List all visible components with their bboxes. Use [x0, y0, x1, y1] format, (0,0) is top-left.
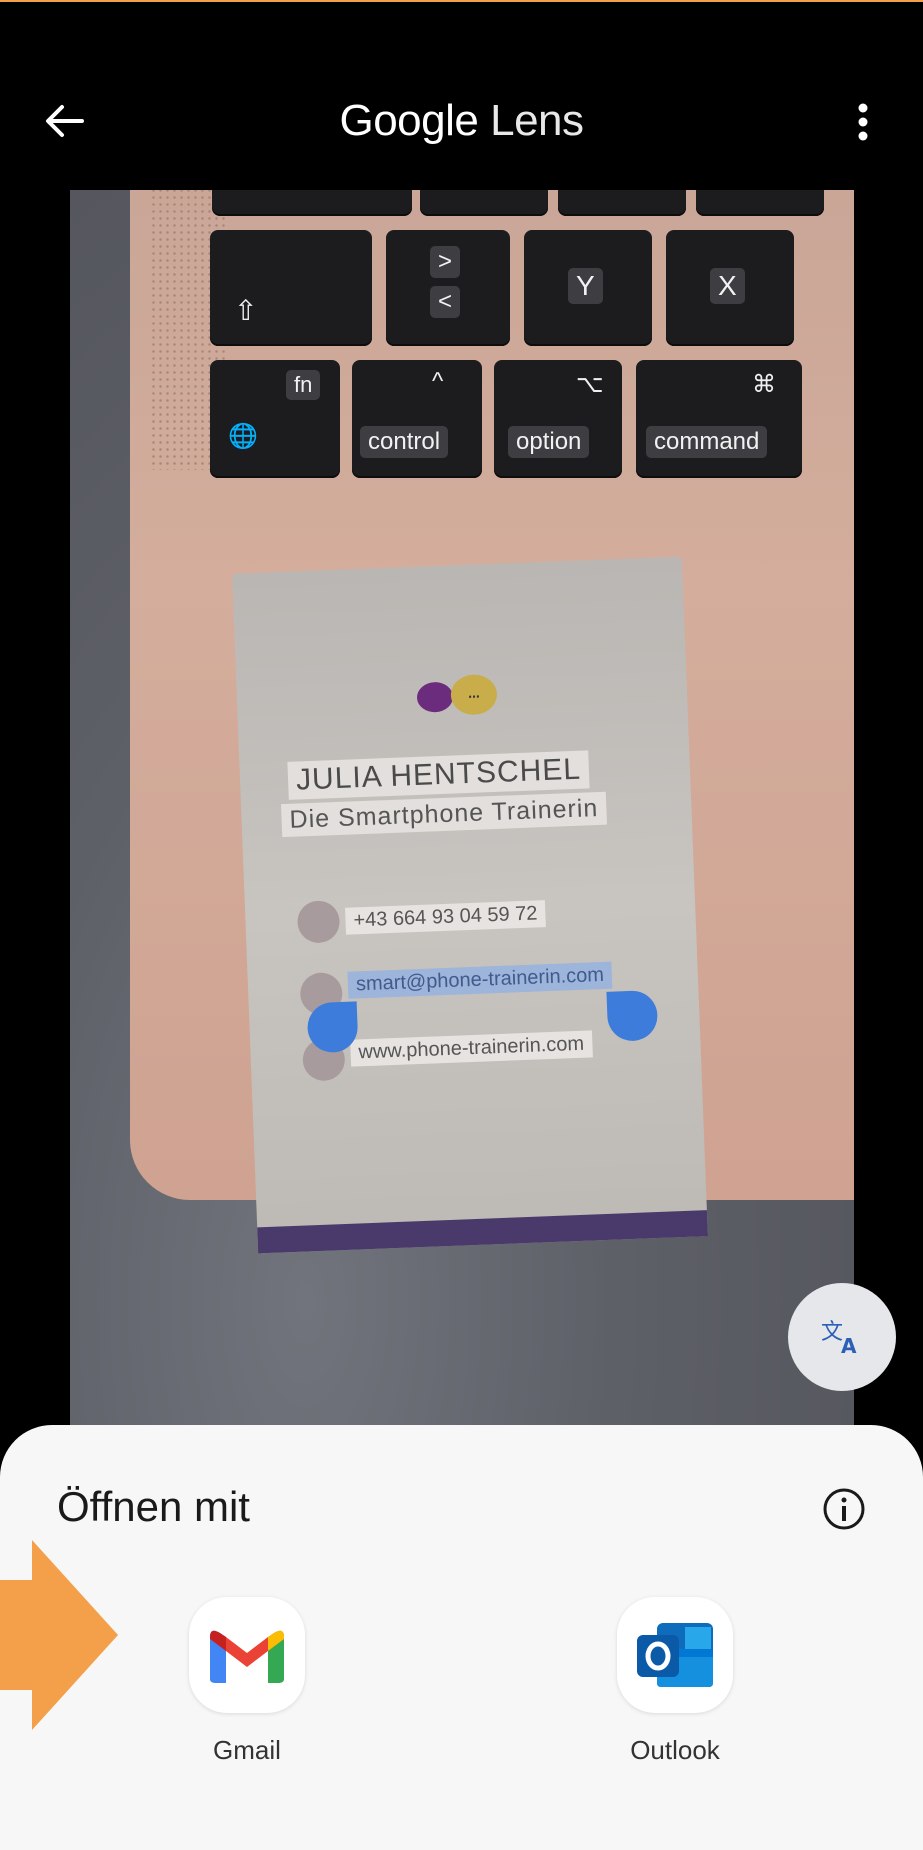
key-fragment [696, 190, 824, 216]
card-role: Die Smartphone Trainerin [280, 791, 607, 838]
key-option: ⌥ option [494, 360, 622, 478]
card-name: JULIA HENTSCHEL [287, 750, 590, 800]
title-lens: Lens [490, 96, 584, 145]
translate-button[interactable]: 文 A [788, 1283, 896, 1391]
translate-icon: 文 A [821, 1320, 857, 1357]
phone-icon [296, 900, 341, 944]
key-x: X [666, 230, 794, 346]
open-with-sheet: Öffnen mit Gmail Outlook [0, 1425, 923, 1850]
sheet-title: Öffnen mit [57, 1483, 250, 1530]
app-bar: Google Lens [0, 60, 923, 180]
card-bottom-stripe [257, 1210, 708, 1254]
card-email-selected[interactable]: smart@phone-trainerin.com [347, 961, 613, 999]
info-icon [823, 1488, 865, 1530]
gmail-icon [189, 1597, 305, 1713]
annotation-arrow-icon [0, 1540, 118, 1730]
key-fragment [212, 190, 412, 216]
info-button[interactable] [822, 1487, 866, 1531]
camera-preview[interactable]: ⇧ > < Y X fn 🌐 ^ control ⌥ option ⌘ comm… [70, 190, 854, 1425]
outlook-icon [617, 1597, 733, 1713]
key-fragment [558, 190, 686, 216]
key-command: ⌘ command [636, 360, 802, 478]
app-option-outlook[interactable]: Outlook [605, 1597, 745, 1766]
top-accent-line [0, 0, 923, 2]
key-control: ^ control [352, 360, 482, 478]
key-shift: ⇧ [210, 230, 372, 346]
outlook-label: Outlook [630, 1735, 720, 1765]
key-y: Y [524, 230, 652, 346]
key-angle-brackets: > < [386, 230, 510, 346]
svg-text:文: 文 [821, 1320, 843, 1345]
app-title: Google Lens [0, 96, 923, 146]
key-fn: fn 🌐 [210, 360, 340, 478]
logo: ... [416, 673, 508, 731]
svg-text:A: A [841, 1334, 857, 1357]
logo-bubble-purple [416, 681, 454, 713]
business-card: ... JULIA HENTSCHEL Die Smartphone Train… [232, 556, 708, 1254]
app-option-gmail[interactable]: Gmail [177, 1597, 317, 1766]
title-google: Google [339, 96, 479, 145]
logo-bubble-yellow: ... [450, 673, 498, 716]
key-fragment [420, 190, 548, 216]
more-options-button[interactable] [843, 100, 883, 144]
selection-handle-end[interactable] [606, 989, 659, 1042]
more-vert-icon [858, 103, 868, 141]
card-website[interactable]: www.phone-trainerin.com [350, 1030, 593, 1067]
card-phone[interactable]: +43 664 93 04 59 72 [345, 900, 546, 935]
gmail-label: Gmail [213, 1735, 281, 1765]
